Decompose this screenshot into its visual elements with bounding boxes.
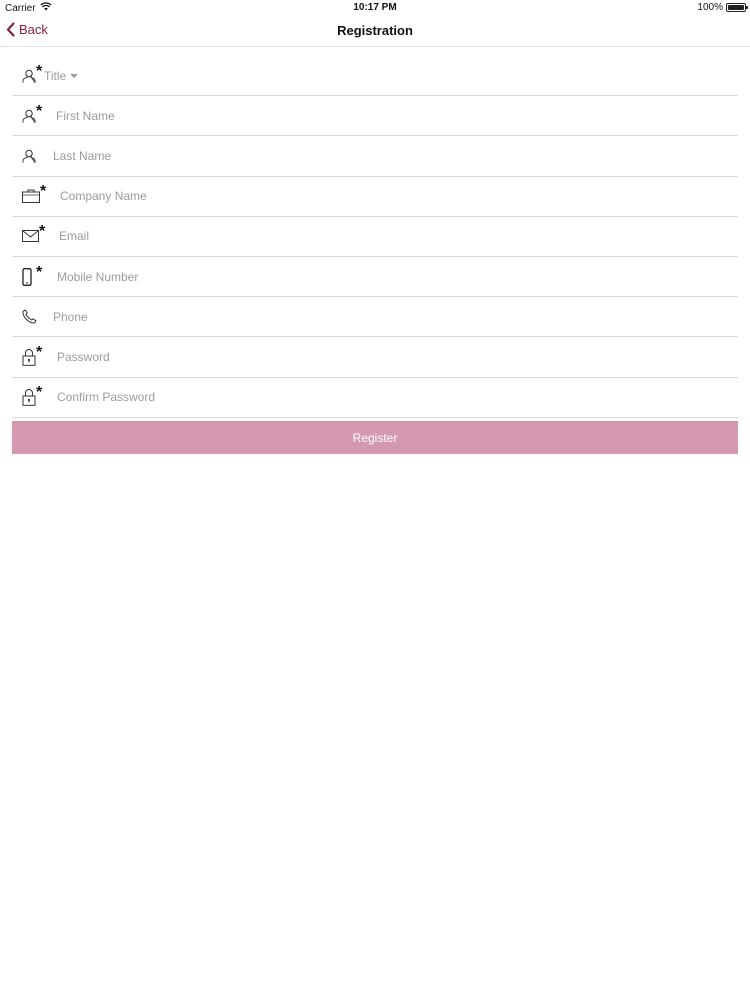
confirm-password-icon-group: *: [12, 378, 57, 417]
required-marker: *: [39, 223, 46, 241]
last-name-icon-group: [12, 136, 53, 175]
phone-input[interactable]: [53, 301, 738, 332]
status-right: 100%: [697, 2, 748, 13]
battery-icon: [726, 3, 748, 12]
registration-form: * Title * First Name Last Name * Company…: [12, 56, 738, 418]
person-icon: [22, 109, 36, 123]
mobile-phone-icon: [22, 267, 32, 286]
page-title: Registration: [337, 23, 413, 38]
title-dropdown-label: Title: [44, 68, 67, 83]
first-name-row: *: [12, 96, 738, 137]
lock-icon: [22, 348, 36, 366]
company-name-input[interactable]: [60, 181, 738, 212]
phone-row: [12, 297, 738, 338]
person-icon: [22, 149, 36, 163]
mobile-icon-group: *: [12, 257, 57, 296]
title-icon-group: *: [12, 56, 46, 95]
battery-percent: 100%: [697, 2, 723, 13]
briefcase-icon: [22, 189, 40, 204]
first-name-input[interactable]: [56, 100, 738, 131]
caret-down-icon: [70, 73, 79, 78]
company-icon-group: *: [12, 177, 60, 216]
required-marker: *: [36, 62, 43, 80]
title-dropdown[interactable]: Title: [44, 68, 79, 83]
company-name-row: *: [12, 177, 738, 217]
last-name-input[interactable]: [53, 140, 738, 171]
password-icon-group: *: [12, 337, 57, 376]
email-row: *: [12, 217, 738, 257]
title-row: * Title: [12, 56, 738, 97]
password-row: *: [12, 337, 738, 378]
phone-icon: [22, 309, 37, 324]
first-name-icon-group: *: [12, 96, 56, 135]
required-marker: *: [36, 343, 43, 361]
phone-icon-group: [12, 297, 53, 336]
required-marker: *: [36, 384, 43, 402]
envelope-icon: [22, 230, 39, 243]
last-name-row: [12, 136, 738, 177]
required-marker: *: [36, 102, 43, 120]
password-input[interactable]: [57, 341, 738, 372]
confirm-password-input[interactable]: [57, 382, 738, 413]
required-marker: *: [40, 183, 47, 201]
navigation-bar: Back Registration: [0, 16, 750, 47]
required-marker: *: [36, 263, 43, 281]
status-bar: Carrier 10:17 PM 100%: [0, 0, 750, 16]
mobile-row: *: [12, 257, 738, 298]
register-button[interactable]: Register: [12, 421, 738, 454]
person-icon: [22, 69, 36, 83]
status-time: 10:17 PM: [353, 2, 397, 13]
email-input[interactable]: [59, 221, 738, 252]
email-icon-group: *: [12, 217, 59, 256]
confirm-password-row: *: [12, 378, 738, 418]
mobile-number-input[interactable]: [57, 261, 738, 292]
lock-icon: [22, 389, 36, 406]
